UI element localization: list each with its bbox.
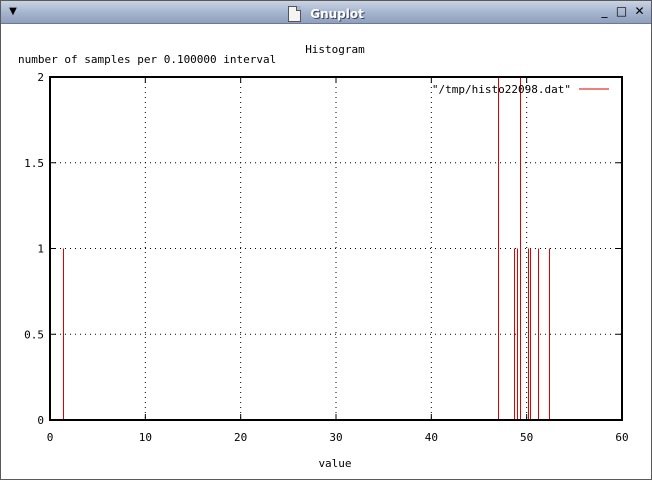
x-tick-label: 60 [615, 431, 628, 444]
x-tick-label: 20 [234, 431, 247, 444]
y-axis-label: number of samples per 0.100000 interval [18, 53, 276, 66]
data-impulses [63, 77, 550, 420]
x-tick-label: 50 [520, 431, 533, 444]
x-tick-label: 40 [425, 431, 438, 444]
chart-title: Histogram [305, 43, 365, 56]
y-tick-label: 1.5 [24, 157, 44, 170]
close-button[interactable]: ✕ [632, 4, 647, 19]
x-tick-label: 30 [329, 431, 342, 444]
document-icon [288, 5, 302, 22]
maximize-button[interactable]: □ [614, 4, 629, 19]
legend-label: "/tmp/histo22098.dat" [432, 83, 571, 96]
y-tick-label: 1 [37, 243, 44, 256]
histogram-chart: Histogram number of samples per 0.100000… [18, 43, 629, 470]
gnuplot-window: ▼ Gnuplot _ □ ✕ Histogram number of samp… [0, 0, 652, 480]
grid-lines [50, 77, 622, 420]
y-tick-label: 2 [37, 71, 44, 84]
title-bar[interactable]: ▼ Gnuplot _ □ ✕ [1, 1, 651, 24]
minimize-button[interactable]: _ [597, 4, 612, 19]
plot-area: Histogram number of samples per 0.100000… [1, 24, 651, 479]
y-tick-label: 0.5 [24, 328, 44, 341]
title-group: Gnuplot [1, 3, 651, 22]
x-tick-label: 0 [47, 431, 54, 444]
legend: "/tmp/histo22098.dat" [432, 83, 609, 96]
y-tick-label: 0 [37, 414, 44, 427]
x-axis-label: value [318, 457, 351, 470]
window-title: Gnuplot [310, 6, 364, 21]
x-tick-label: 10 [139, 431, 152, 444]
axis-ticks: 0 10 20 30 40 50 60 0 0.5 1 1.5 2 [24, 71, 629, 444]
